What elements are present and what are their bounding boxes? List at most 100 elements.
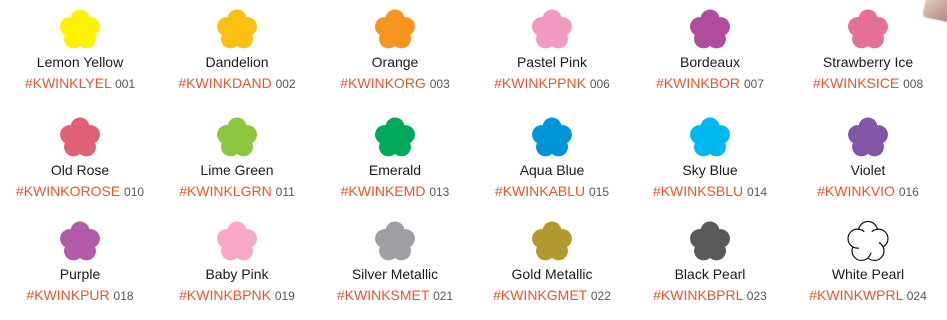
swatch-code-line: #KWINKPUR 018 [0, 287, 160, 305]
swatch-code: #KWINKABLU [494, 183, 586, 199]
swatch-number: 023 [746, 289, 767, 303]
color-swatch: Baby Pink #KWINKBPNK 019 [157, 218, 317, 305]
swatch-code-line: #KWINKABLU 015 [472, 183, 632, 201]
swatch-name: Old Rose [50, 162, 110, 178]
color-swatch: Orange #KWINKORG 003 [315, 6, 475, 93]
swatch-code-line: #KWINKSMET 021 [315, 287, 475, 305]
swatch-name: Orange [371, 54, 419, 70]
swatch-name: Lemon Yellow [36, 54, 124, 70]
swatch-code-line: #KWINKSBLU 014 [630, 183, 790, 201]
color-swatch: Aqua Blue #KWINKABLU 015 [472, 114, 632, 201]
swatch-code: #KWINKSMET [336, 287, 430, 303]
swatch-code-line: #KWINKBPNK 019 [157, 287, 317, 305]
swatch-name: Gold Metallic [511, 266, 593, 282]
flower-icon [315, 6, 475, 52]
swatch-name: Emerald [368, 162, 422, 178]
swatch-number: 014 [747, 185, 768, 199]
swatch-code: #KWINKSBLU [652, 183, 744, 199]
flower-icon [157, 6, 317, 52]
color-swatch: Dandelion #KWINKDAND 002 [157, 6, 317, 93]
color-swatch: Strawberry Ice #KWINKSICE 008 [788, 6, 947, 93]
swatch-code-line: #KWINKORG 003 [315, 75, 475, 93]
swatch-number: 001 [115, 77, 136, 91]
swatch-number: 019 [274, 289, 295, 303]
swatch-code-line: #KWINKWPRL 024 [788, 287, 947, 305]
swatch-code: #KWINKBPNK [179, 287, 271, 303]
flower-icon [788, 218, 947, 264]
swatch-name: Baby Pink [205, 266, 269, 282]
swatch-code-line: #KWINKGMET 022 [472, 287, 632, 305]
swatch-number: 022 [590, 289, 611, 303]
swatch-code: #KWINKLGRN [179, 183, 272, 199]
swatch-code: #KWINKOROSE [15, 183, 121, 199]
swatch-code: #KWINKDAND [178, 75, 272, 91]
color-swatch: Emerald #KWINKEMD 013 [315, 114, 475, 201]
swatch-code-line: #KWINKPPNK 006 [472, 75, 632, 93]
swatch-name: Violet [850, 162, 886, 178]
swatch-code-line: #KWINKEMD 013 [315, 183, 475, 201]
flower-icon [630, 114, 790, 160]
swatch-number: 006 [589, 77, 610, 91]
swatch-name: Lime Green [200, 162, 274, 178]
flower-icon [315, 218, 475, 264]
swatch-code: #KWINKSICE [812, 75, 900, 91]
swatch-number: 016 [898, 185, 919, 199]
flower-icon [315, 114, 475, 160]
swatch-code: #KWINKBOR [656, 75, 741, 91]
swatch-name: Purple [59, 266, 101, 282]
swatch-name: White Pearl [831, 266, 905, 282]
flower-icon [0, 6, 160, 52]
swatch-number: 008 [903, 77, 924, 91]
flower-icon [157, 114, 317, 160]
swatch-name: Strawberry Ice [822, 54, 914, 70]
swatch-code: #KWINKPUR [26, 287, 110, 303]
swatch-name: Dandelion [205, 54, 269, 70]
color-swatch: Lime Green #KWINKLGRN 011 [157, 114, 317, 201]
swatch-code-line: #KWINKVIO 016 [788, 183, 947, 201]
swatch-code: #KWINKEMD [340, 183, 426, 199]
swatch-code: #KWINKBPRL [653, 287, 743, 303]
swatch-number: 021 [433, 289, 454, 303]
swatch-number: 003 [429, 77, 450, 91]
color-swatch: White Pearl #KWINKWPRL 024 [788, 218, 947, 305]
swatch-grid: Lemon Yellow #KWINKLYEL 001 Dandelion #KWIN… [0, 0, 947, 320]
swatch-number: 010 [124, 185, 145, 199]
swatch-code: #KWINKGMET [493, 287, 587, 303]
swatch-code-line: #KWINKLYEL 001 [0, 75, 160, 93]
flower-icon [472, 218, 632, 264]
color-swatch: Lemon Yellow #KWINKLYEL 001 [0, 6, 160, 93]
swatch-number: 013 [429, 185, 450, 199]
swatch-code-line: #KWINKBOR 007 [630, 75, 790, 93]
flower-icon [788, 114, 947, 160]
flower-icon [0, 114, 160, 160]
flower-icon [472, 6, 632, 52]
swatch-code: #KWINKPPNK [494, 75, 586, 91]
swatch-name: Pastel Pink [516, 54, 588, 70]
swatch-name: Black Pearl [674, 266, 746, 282]
swatch-code-line: #KWINKOROSE 010 [0, 183, 160, 201]
color-swatch: Silver Metallic #KWINKSMET 021 [315, 218, 475, 305]
flower-icon [630, 6, 790, 52]
color-swatch: Bordeaux #KWINKBOR 007 [630, 6, 790, 93]
flower-icon [0, 218, 160, 264]
swatch-code-line: #KWINKDAND 002 [157, 75, 317, 93]
swatch-name: Bordeaux [680, 54, 740, 70]
swatch-number: 011 [275, 185, 295, 199]
flower-icon [157, 218, 317, 264]
swatch-code-line: #KWINKSICE 008 [788, 75, 947, 93]
color-swatch: Black Pearl #KWINKBPRL 023 [630, 218, 790, 305]
color-swatch: Violet #KWINKVIO 016 [788, 114, 947, 201]
swatch-name: Sky Blue [682, 162, 738, 178]
swatch-code: #KWINKWPRL [809, 287, 903, 303]
swatch-code: #KWINKLYEL [24, 75, 112, 91]
swatch-number: 015 [589, 185, 610, 199]
color-swatch: Pastel Pink #KWINKPPNK 006 [472, 6, 632, 93]
swatch-name: Aqua Blue [519, 162, 585, 178]
swatch-code-line: #KWINKBPRL 023 [630, 287, 790, 305]
swatch-code-line: #KWINKLGRN 011 [157, 183, 317, 201]
flower-icon [630, 218, 790, 264]
swatch-code: #KWINKVIO [817, 183, 895, 199]
swatch-number: 018 [113, 289, 134, 303]
swatch-number: 024 [906, 289, 927, 303]
color-swatch: Purple #KWINKPUR 018 [0, 218, 160, 305]
